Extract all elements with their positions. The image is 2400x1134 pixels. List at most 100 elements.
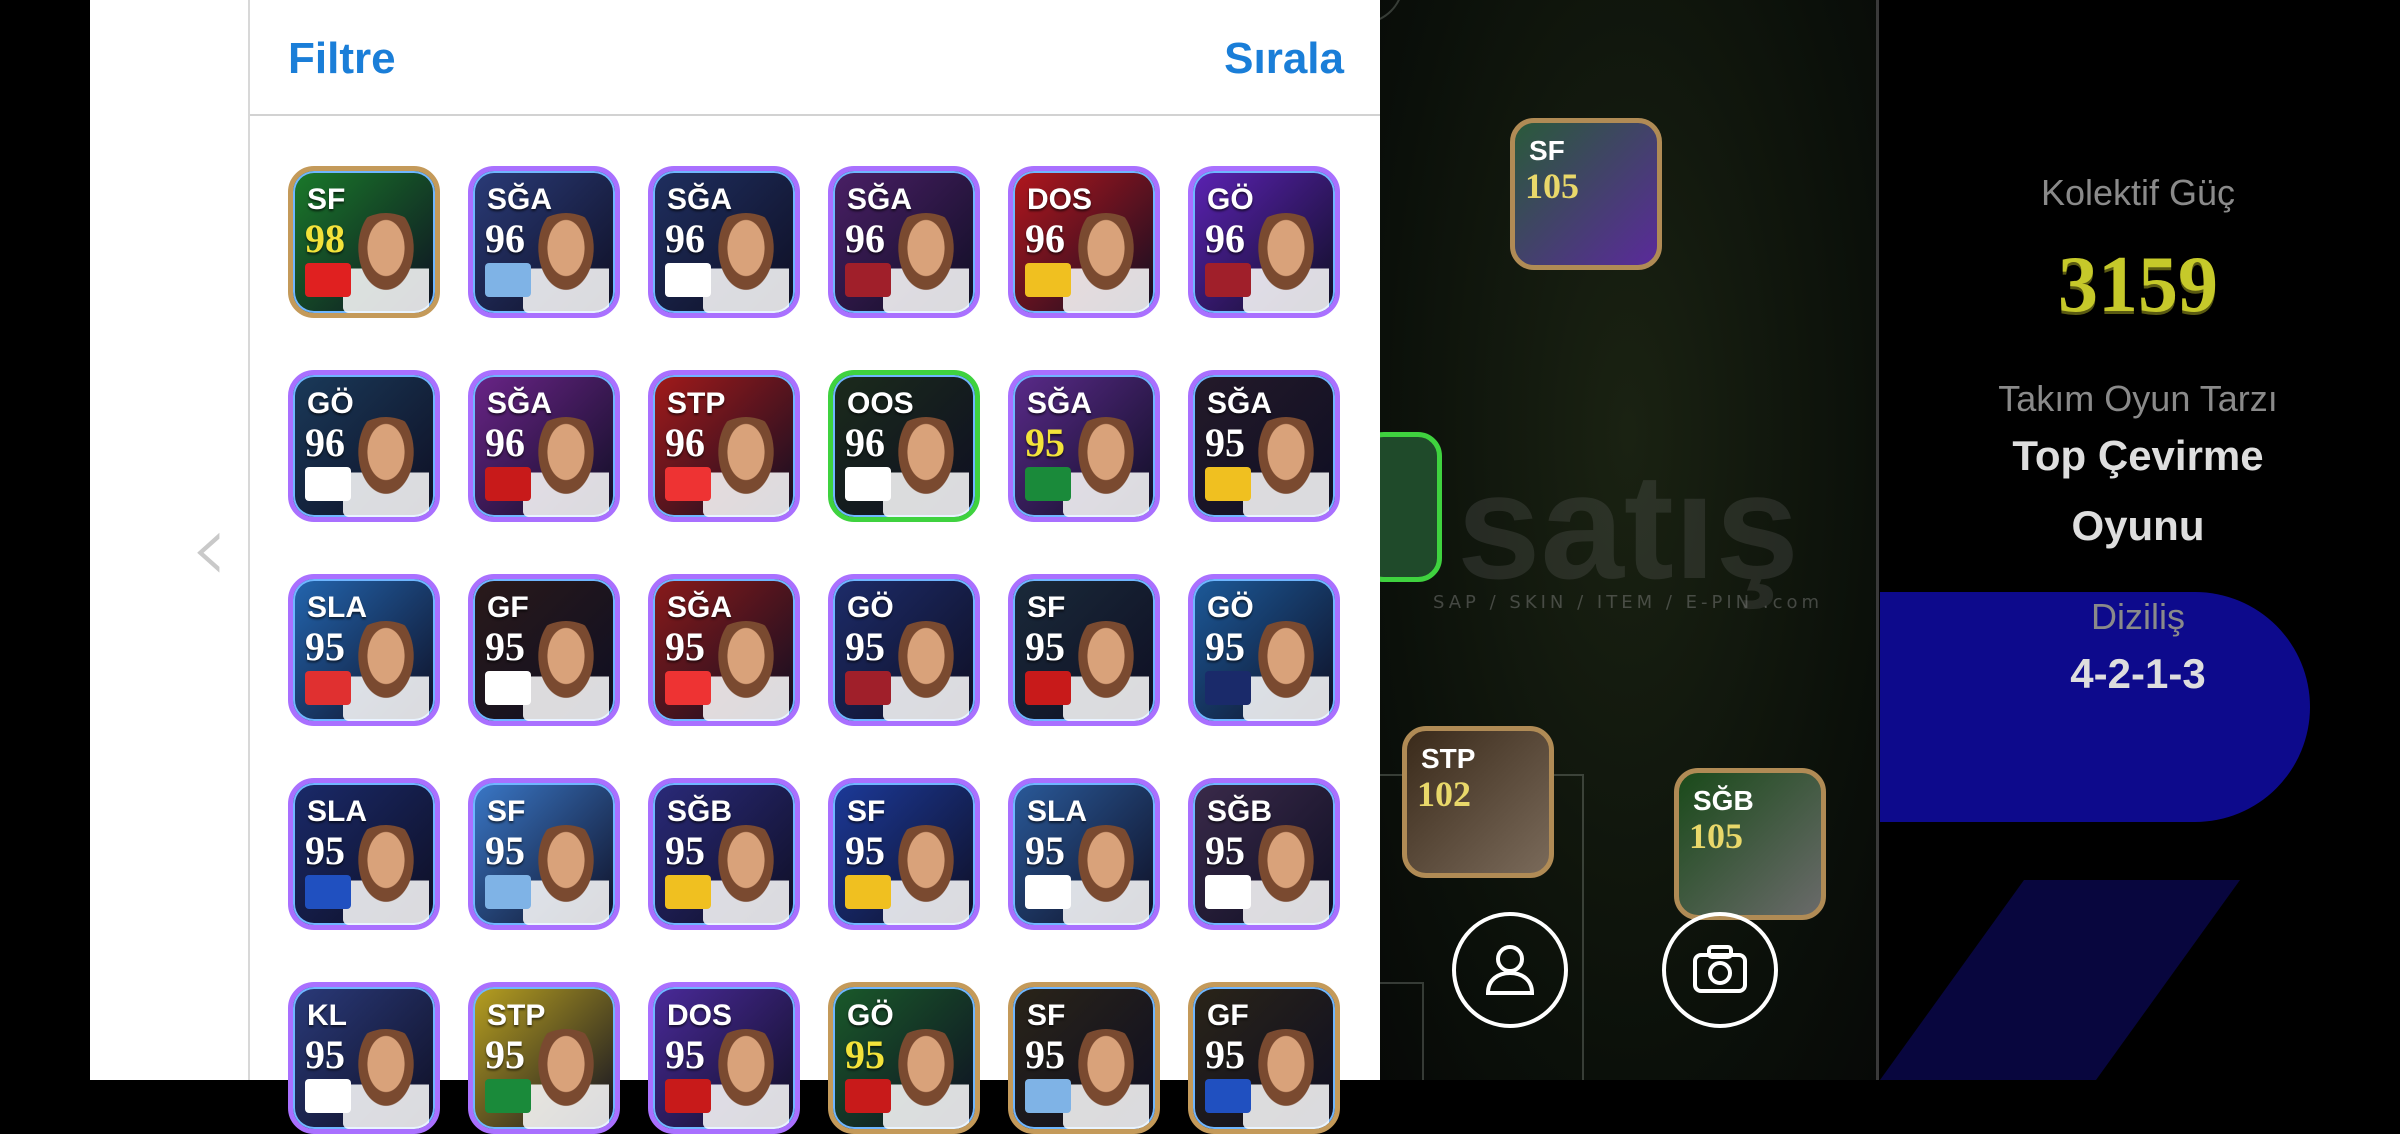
player-rating: 96: [1205, 216, 1245, 261]
pitch-player-card[interactable]: STP 102: [1402, 726, 1554, 878]
player-portrait: [1243, 825, 1329, 925]
playstyle-label: Takım Oyun Tarzı: [1998, 378, 2278, 419]
flag-icon: [1205, 1079, 1251, 1113]
player-portrait: [523, 825, 609, 925]
player-card[interactable]: GÖ 96: [1188, 166, 1340, 318]
player-card[interactable]: SĞA 95: [648, 574, 800, 726]
player-card[interactable]: SLA 95: [288, 778, 440, 930]
player-rating: 95: [845, 1032, 885, 1077]
flag-icon: [305, 671, 351, 705]
sort-button[interactable]: Sırala: [1224, 34, 1344, 84]
player-card[interactable]: SĞA 96: [468, 370, 620, 522]
player-card[interactable]: KL 95: [288, 982, 440, 1134]
flag-icon: [1205, 671, 1251, 705]
player-card[interactable]: SĞA 95: [1008, 370, 1160, 522]
pitch-area: satış SAP / SKIN / ITEM / E-PIN .com SF …: [1380, 0, 1876, 1080]
flag-icon: [1205, 467, 1251, 501]
player-card[interactable]: SLA 95: [1008, 778, 1160, 930]
player-rating: 95: [485, 1032, 525, 1077]
player-portrait: [1243, 213, 1329, 313]
player-portrait: [523, 417, 609, 517]
player-position: GÖ: [1207, 183, 1254, 216]
player-rating: 95: [305, 1032, 345, 1077]
player-portrait: [883, 417, 969, 517]
player-card[interactable]: STP 95: [468, 982, 620, 1134]
player-position: STP: [667, 387, 726, 420]
player-position: DOS: [1027, 183, 1093, 216]
player-rating: 96: [665, 216, 705, 261]
player-position: DOS: [667, 999, 733, 1032]
player-portrait: [703, 213, 789, 313]
player-position: SLA: [307, 591, 367, 624]
player-rating: 95: [305, 828, 345, 873]
player-position: SLA: [307, 795, 367, 828]
player-card[interactable]: GÖ 96: [288, 370, 440, 522]
player-rating: 95: [665, 624, 705, 669]
player-card[interactable]: GÖ 95: [828, 574, 980, 726]
profile-button[interactable]: [1452, 912, 1568, 1028]
formation-label: Diziliş: [2091, 596, 2185, 637]
player-position: STP: [487, 999, 546, 1032]
list-header: Filtre Sırala: [250, 0, 1382, 116]
pitch-player-card[interactable]: SĞB 105: [1674, 768, 1826, 920]
player-card[interactable]: GÖ 95: [828, 982, 980, 1134]
player-rating: 95: [1205, 828, 1245, 873]
player-rating: 95: [1205, 624, 1245, 669]
player-card[interactable]: OOS 96: [828, 370, 980, 522]
watermark-subtext: SAP / SKIN / ITEM / E-PIN .com: [1380, 592, 1876, 613]
playstyle-value-line2: Oyunu: [2071, 502, 2205, 549]
player-card[interactable]: STP 96: [648, 370, 800, 522]
player-card[interactable]: GÖ 95: [1188, 574, 1340, 726]
player-position: GF: [1207, 999, 1249, 1032]
player-card[interactable]: SLA 95: [288, 574, 440, 726]
player-rating: 95: [845, 828, 885, 873]
pitch-player-card[interactable]: [1380, 432, 1442, 582]
pitch-player-card[interactable]: SF 105: [1510, 118, 1662, 270]
player-rating: 105: [1525, 166, 1579, 206]
player-portrait: [343, 825, 429, 925]
player-card[interactable]: SĞA 95: [1188, 370, 1340, 522]
player-position: SĞA: [1027, 387, 1093, 420]
flag-icon: [1025, 875, 1071, 909]
player-position: SĞA: [487, 387, 553, 420]
player-card[interactable]: SĞA 96: [468, 166, 620, 318]
flag-icon: [1025, 263, 1071, 297]
player-rating: 95: [1205, 420, 1245, 465]
player-position: GF: [487, 591, 529, 624]
flag-icon: [665, 671, 711, 705]
player-portrait: [1063, 1029, 1149, 1129]
player-card[interactable]: SF 95: [1008, 982, 1160, 1134]
player-position: SĞA: [1207, 387, 1273, 420]
player-card[interactable]: SĞA 96: [648, 166, 800, 318]
flag-icon: [305, 1079, 351, 1113]
filter-button[interactable]: Filtre: [288, 34, 396, 84]
player-card[interactable]: SF 95: [1008, 574, 1160, 726]
player-position: SF: [1529, 135, 1565, 166]
player-card[interactable]: SF 95: [828, 778, 980, 930]
player-portrait: [343, 1029, 429, 1129]
player-rating: 95: [665, 828, 705, 873]
player-card[interactable]: SĞA 96: [828, 166, 980, 318]
player-portrait: [883, 621, 969, 721]
player-card[interactable]: GF 95: [468, 574, 620, 726]
player-rating: 98: [305, 216, 345, 261]
player-position: GÖ: [1207, 591, 1254, 624]
player-card[interactable]: SĞB 95: [648, 778, 800, 930]
chevron-left-icon[interactable]: ‹: [190, 498, 234, 598]
player-card[interactable]: DOS 96: [1008, 166, 1160, 318]
player-position: SF: [847, 795, 886, 828]
player-card[interactable]: DOS 95: [648, 982, 800, 1134]
player-portrait: [703, 825, 789, 925]
player-card[interactable]: SF 95: [468, 778, 620, 930]
camera-button[interactable]: [1662, 912, 1778, 1028]
player-card[interactable]: SF 98: [288, 166, 440, 318]
player-card[interactable]: GF 95: [1188, 982, 1340, 1134]
player-portrait: [1243, 621, 1329, 721]
player-position: SLA: [1027, 795, 1087, 828]
watermark-text: satış: [1457, 442, 1799, 610]
player-rating: 95: [1025, 420, 1065, 465]
player-position: KL: [307, 999, 347, 1032]
player-card[interactable]: SĞB 95: [1188, 778, 1340, 930]
watermark-subtext-label: SAP / SKIN / ITEM / E-PIN: [1432, 592, 1754, 613]
player-position: SĞB: [1207, 795, 1273, 828]
